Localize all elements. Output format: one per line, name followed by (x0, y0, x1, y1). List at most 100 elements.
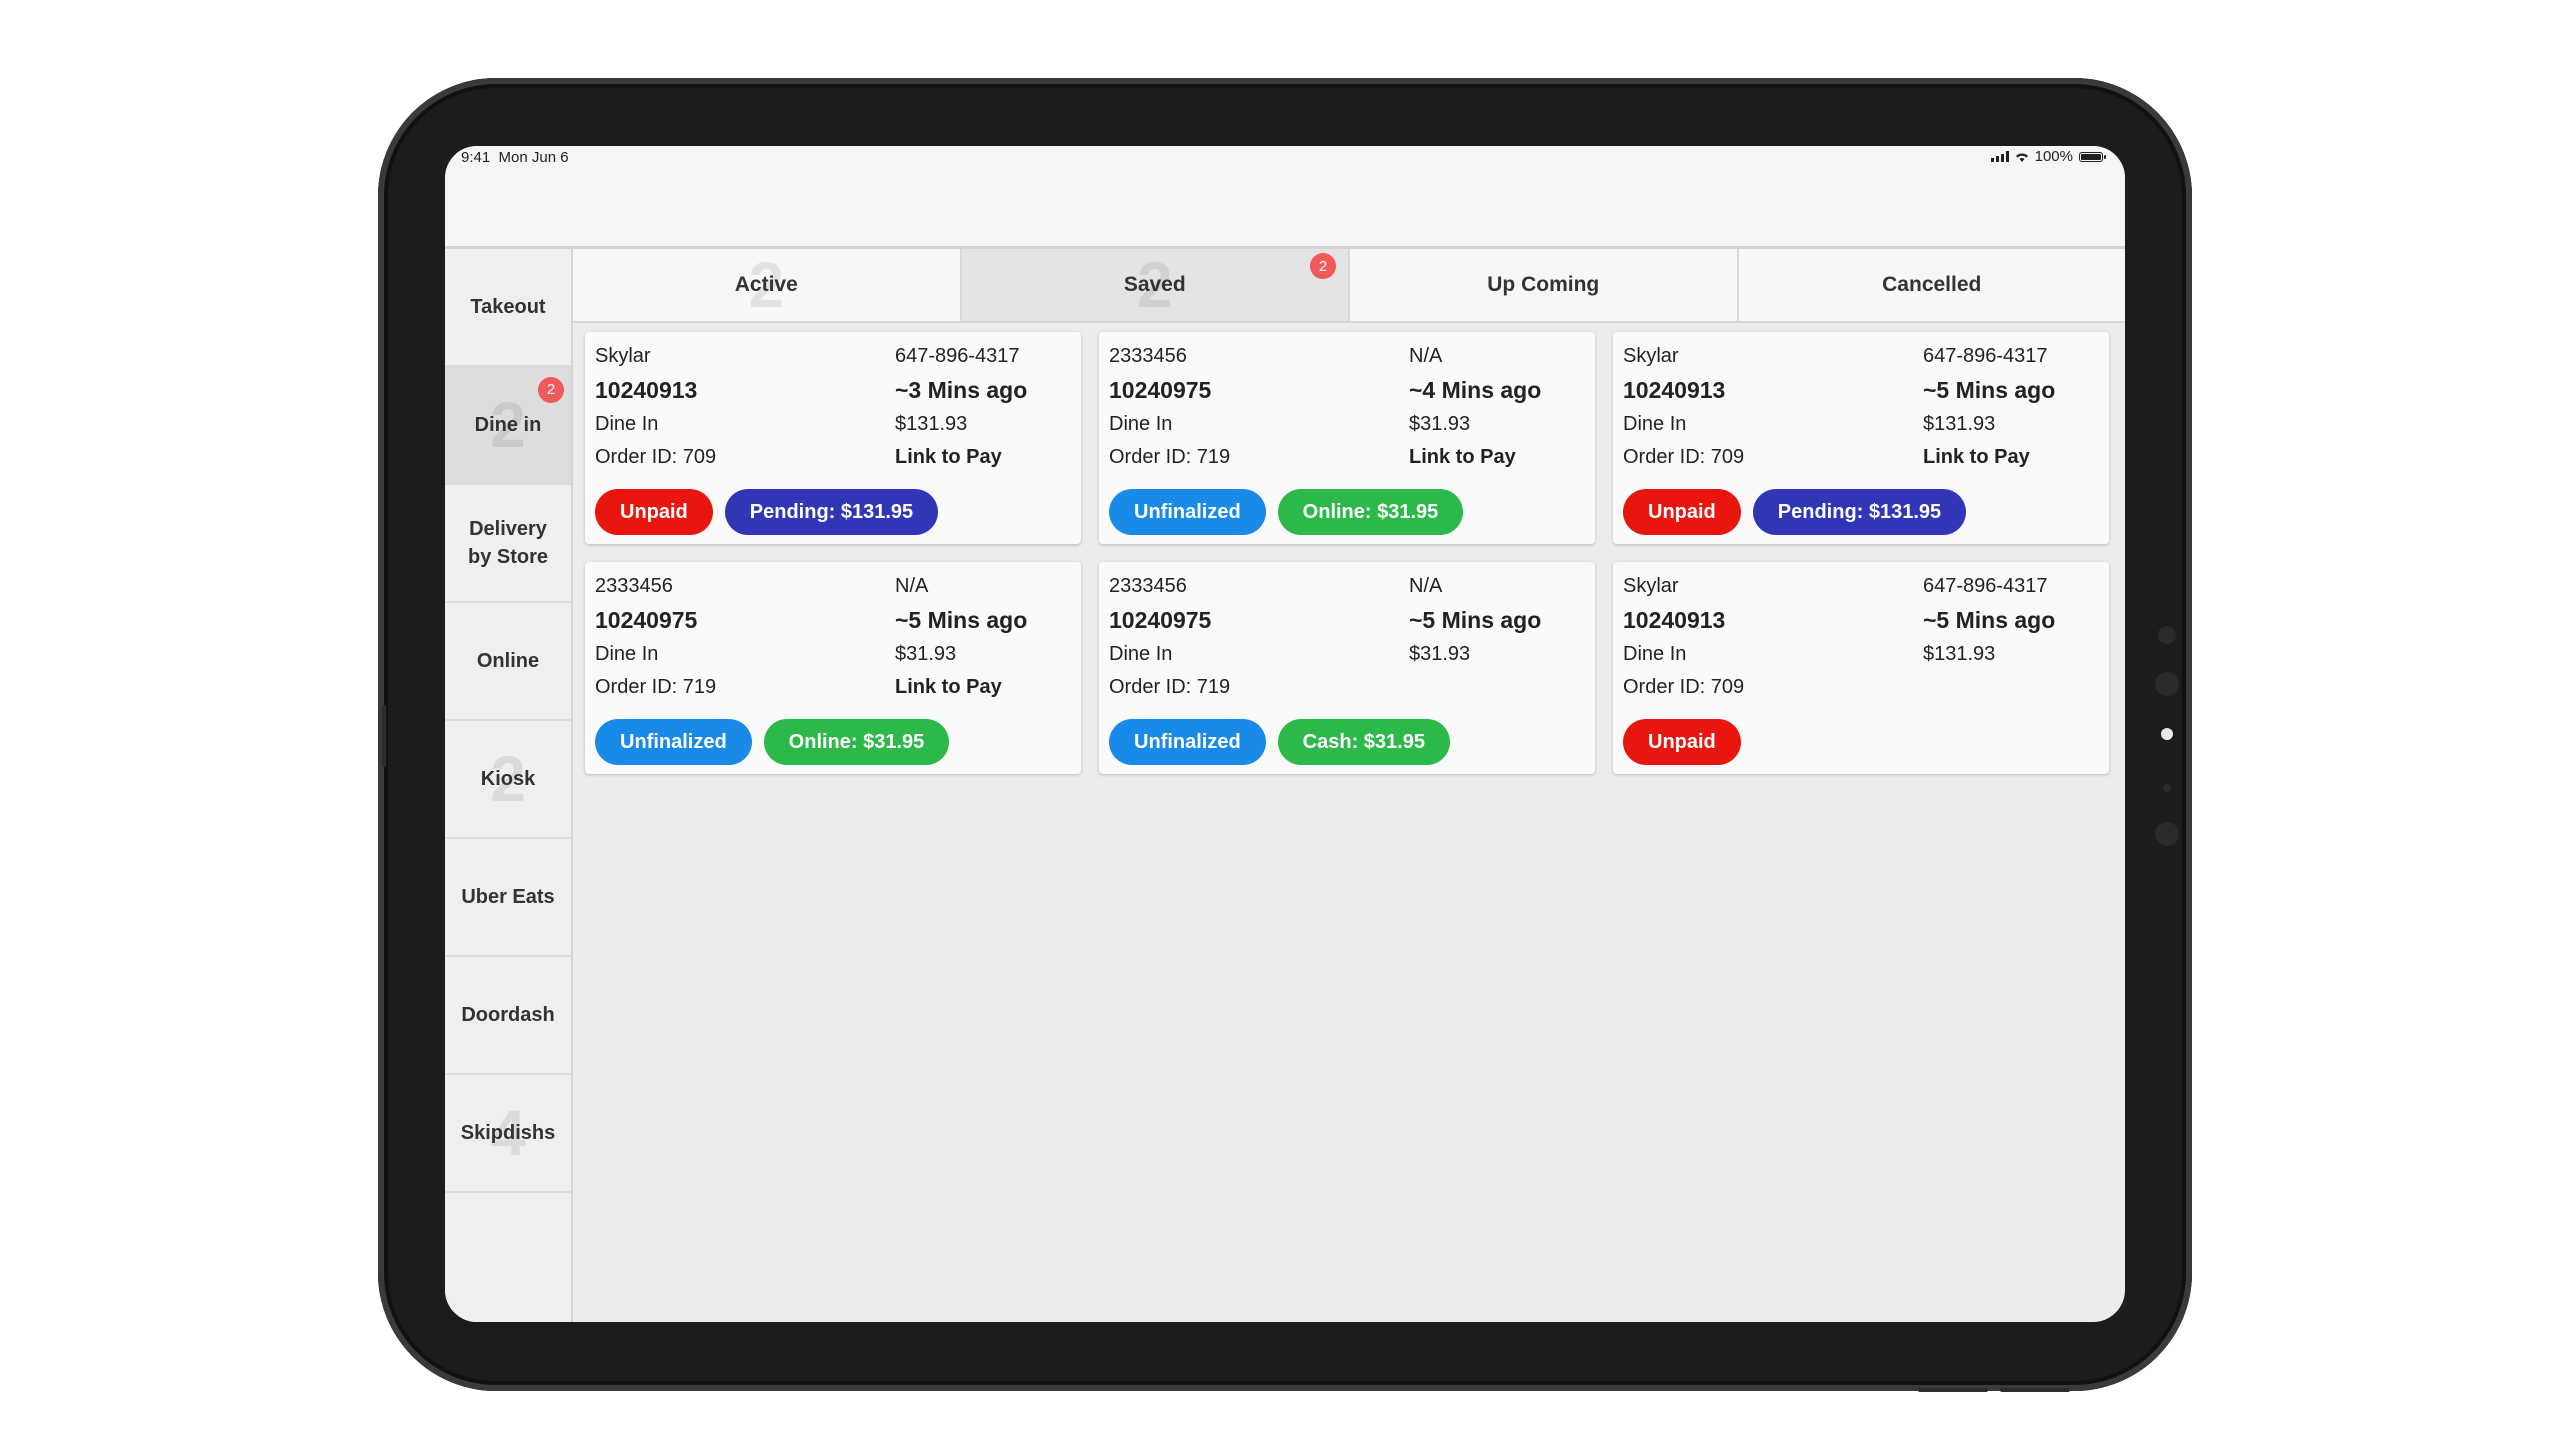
volume-button (382, 705, 386, 767)
order-id: Order ID: 709 (595, 446, 717, 468)
sidebar-item-skipdishs[interactable]: 4 Skipdishs (445, 1075, 571, 1193)
sidebar: Takeout 2 Dine in 2 Delivery by Store Online 2… (445, 249, 573, 1322)
card-row-number: 10240913 ~3 Mins ago (595, 372, 1071, 408)
card-row-number: 10240913 ~5 Mins ago (1623, 372, 2099, 408)
order-amount: $131.93 (1923, 643, 1996, 665)
tab-saved[interactable]: 2 Saved 2 (961, 249, 1350, 321)
sidebar-item-kiosk[interactable]: 2 Kiosk (445, 721, 571, 839)
sidebar-item-label: Dine in (474, 414, 542, 436)
customer-name: 2333456 (1109, 344, 1187, 367)
order-number: 10240913 (1623, 606, 1726, 633)
card-row-number: 10240975 ~5 Mins ago (595, 602, 1071, 638)
order-card[interactable]: Skylar 647-896-4317 10240913 ~3 Mins ago Din… (585, 332, 1081, 544)
time-ago: ~5 Mins ago (1923, 606, 2056, 633)
status-pills: Unfinalized Cash: $31.95 (1109, 719, 1450, 765)
sidebar-item-online[interactable]: Online (445, 603, 571, 721)
sidebar-item-doordash[interactable]: Doordash (445, 957, 571, 1075)
order-id: Order ID: 719 (595, 676, 717, 698)
order-tabs: 2 Active 2 Saved 2 Up Coming Cancelled (573, 249, 2125, 323)
order-card[interactable]: Skylar 647-896-4317 10240913 ~5 Mins ago Din… (1613, 562, 2109, 774)
customer-phone: N/A (895, 574, 929, 597)
card-row-customer: Skylar 647-896-4317 (1623, 340, 2099, 372)
card-row-number: 10240913 ~5 Mins ago (1623, 602, 2099, 638)
customer-name: Skylar (1623, 574, 1679, 597)
order-number: 10240975 (1109, 606, 1212, 633)
card-row-id: Order ID: 719 (1109, 671, 1585, 704)
time-ago: ~5 Mins ago (1409, 606, 1542, 633)
sidebar-item-delivery-by-store[interactable]: Delivery by Store (445, 485, 571, 603)
order-number: 10240975 (1109, 376, 1212, 403)
status-pill-red[interactable]: Unpaid (1623, 719, 1741, 765)
card-row-id: Order ID: 719 Link to Pay (595, 671, 1071, 704)
customer-name: 2333456 (595, 574, 673, 597)
status-pill-blue[interactable]: Unfinalized (595, 719, 752, 765)
order-number: 10240975 (595, 606, 698, 633)
card-row-number: 10240975 ~4 Mins ago (1109, 372, 1585, 408)
card-row-type: Dine In $31.93 (1109, 408, 1585, 441)
sidebar-item-dine-in[interactable]: 2 Dine in 2 (445, 367, 571, 485)
screen: 9:41 Mon Jun 6 100% Takeout 2 Dine in 2 Deli… (445, 146, 2125, 1322)
order-amount: $131.93 (895, 413, 968, 435)
status-pill-blue[interactable]: Unfinalized (1109, 489, 1266, 535)
order-card[interactable]: 2333456 N/A 10240975 ~5 Mins ago Dine In $31.… (1099, 562, 1595, 774)
order-type: Dine In (1109, 413, 1173, 435)
order-card[interactable]: 2333456 N/A 10240975 ~4 Mins ago Dine In $31.… (1099, 332, 1595, 544)
order-number: 10240913 (595, 376, 698, 403)
sensor-dot (2155, 822, 2179, 846)
status-pill-red[interactable]: Unpaid (1623, 489, 1741, 535)
status-pills: Unfinalized Online: $31.95 (1109, 489, 1464, 535)
status-pills: Unfinalized Online: $31.95 (595, 719, 950, 765)
status-pills: Unpaid Pending: $131.95 (595, 489, 939, 535)
order-amount: $31.93 (1409, 413, 1471, 435)
card-row-type: Dine In $131.93 (595, 408, 1071, 441)
order-card[interactable]: Skylar 647-896-4317 10240913 ~5 Mins ago Din… (1613, 332, 2109, 544)
card-row-id: Order ID: 719 Link to Pay (1109, 441, 1585, 474)
tab-up-coming[interactable]: Up Coming (1350, 249, 1739, 321)
time-ago: ~5 Mins ago (1923, 376, 2056, 403)
order-type: Dine In (595, 413, 659, 435)
status-pill-green[interactable]: Cash: $31.95 (1277, 719, 1450, 765)
order-id: Order ID: 709 (1623, 676, 1745, 698)
status-indicators: 100% (1990, 148, 2106, 165)
status-pill-navy[interactable]: Pending: $131.95 (724, 489, 939, 535)
link-to-pay[interactable]: Link to Pay (1923, 446, 2099, 469)
customer-phone: 647-896-4317 (1923, 574, 2048, 597)
status-pill-green[interactable]: Online: $31.95 (763, 719, 950, 765)
status-pill-blue[interactable]: Unfinalized (1109, 719, 1266, 765)
status-pills: Unpaid (1623, 719, 1741, 765)
order-card[interactable]: 2333456 N/A 10240975 ~5 Mins ago Dine In $31.… (585, 562, 1081, 774)
order-amount: $131.93 (1923, 413, 1996, 435)
sidebar-item-label: Doordash (461, 1004, 555, 1026)
power-button-secondary (2000, 1388, 2070, 1392)
tab-cancelled[interactable]: Cancelled (1739, 249, 2126, 321)
customer-phone: 647-896-4317 (895, 344, 1020, 367)
order-id: Order ID: 719 (1109, 676, 1231, 698)
card-row-customer: Skylar 647-896-4317 (1623, 570, 2099, 602)
sidebar-item-takeout[interactable]: Takeout (445, 249, 571, 367)
sensor-dot (2155, 672, 2179, 696)
order-type: Dine In (1623, 643, 1687, 665)
customer-phone: 647-896-4317 (1923, 344, 2048, 367)
order-amount: $31.93 (895, 643, 957, 665)
tab-active[interactable]: 2 Active (573, 249, 962, 321)
card-row-type: Dine In $31.93 (595, 638, 1071, 671)
link-to-pay[interactable]: Link to Pay (895, 446, 1071, 469)
sidebar-item-uber-eats[interactable]: Uber Eats (445, 839, 571, 957)
link-to-pay[interactable]: Link to Pay (895, 676, 1071, 699)
customer-name: Skylar (1623, 344, 1679, 367)
card-row-id: Order ID: 709 Link to Pay (1623, 441, 2099, 474)
status-pill-red[interactable]: Unpaid (595, 489, 713, 535)
link-to-pay[interactable]: Link to Pay (1409, 446, 1585, 469)
card-row-id: Order ID: 709 Link to Pay (595, 441, 1071, 474)
status-pill-green[interactable]: Online: $31.95 (1277, 489, 1464, 535)
status-pills: Unpaid Pending: $131.95 (1623, 489, 1967, 535)
card-row-type: Dine In $131.93 (1623, 408, 2099, 441)
tab-label: Saved (1123, 273, 1186, 296)
customer-phone: N/A (1409, 344, 1443, 367)
order-type: Dine In (595, 643, 659, 665)
status-time: 9:41 Mon Jun 6 (461, 149, 569, 166)
status-bar: 9:41 Mon Jun 6 100% (445, 146, 2125, 249)
sidebar-item-label: Skipdishs (460, 1122, 556, 1144)
status-pill-navy[interactable]: Pending: $131.95 (1752, 489, 1967, 535)
date-text: Mon Jun 6 (498, 149, 569, 166)
